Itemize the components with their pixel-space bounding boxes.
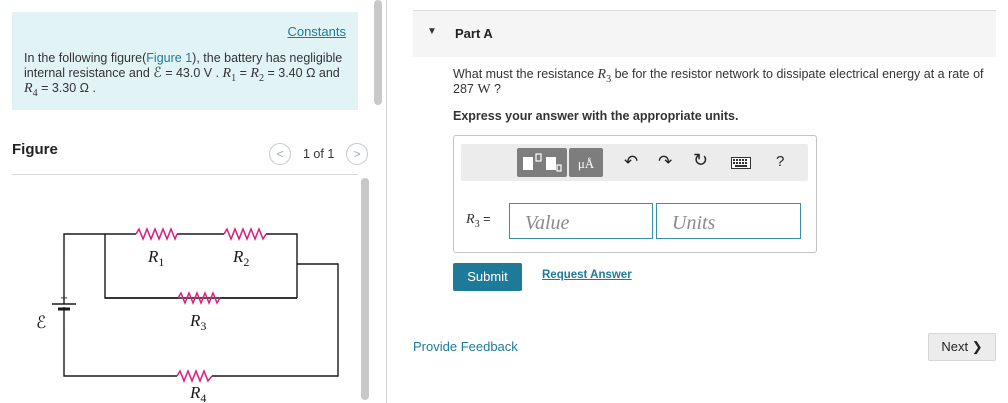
next-button[interactable]: Next ❯ <box>928 333 996 361</box>
wire-bottom-left <box>63 328 177 377</box>
panel-divider <box>386 0 387 403</box>
part-a-header[interactable]: ▼ Part A <box>413 10 996 57</box>
label-r3: R3 <box>189 311 206 333</box>
label-r4: R4 <box>189 383 206 403</box>
figure-scrollbar[interactable] <box>361 178 369 400</box>
reset-icon[interactable]: ↻ <box>693 150 708 171</box>
resistor-r2 <box>223 226 267 242</box>
help-icon[interactable]: ? <box>776 153 784 170</box>
units-button[interactable]: μÅ <box>569 148 603 177</box>
undo-icon[interactable]: ↶ <box>624 152 638 172</box>
templates-icon <box>523 153 562 172</box>
instruction-text: Express your answer with the appropriate… <box>453 109 739 123</box>
wire-top-left <box>63 233 136 260</box>
answer-label: R3 = <box>466 212 491 230</box>
submit-button[interactable]: Submit <box>453 263 522 291</box>
provide-feedback-link[interactable]: Provide Feedback <box>413 339 518 354</box>
math-toolbar: μÅ ↶ ↷ ↻ ? <box>461 144 808 181</box>
value-input[interactable] <box>509 203 653 239</box>
circuit-diagram: + ℰ R1 R2 R3 R4 <box>36 226 339 403</box>
label-r1: R1 <box>147 247 164 269</box>
wire-top-right <box>266 233 298 298</box>
question-text: What must the resistance R3 be for the r… <box>453 67 984 97</box>
next-figure-button[interactable]: > <box>346 143 368 165</box>
wire-r3-branch <box>104 234 297 299</box>
battery-plus-label: + <box>60 290 68 305</box>
request-answer-link[interactable]: Request Answer <box>542 269 632 281</box>
prev-figure-button[interactable]: < <box>269 143 291 165</box>
emf-symbol: ℰ <box>153 66 162 81</box>
problem-statement-box: Constants In the following figure(Figure… <box>12 12 358 110</box>
figure-heading: Figure <box>12 141 58 158</box>
figure-link[interactable]: Figure 1 <box>146 51 192 65</box>
problem-scrollbar[interactable] <box>374 0 382 105</box>
keyboard-icon[interactable] <box>731 156 751 174</box>
figure-counter: 1 of 1 <box>303 147 335 161</box>
part-title: Part A <box>455 26 493 41</box>
resistor-r4 <box>176 368 213 384</box>
problem-text: In the following figure(Figure 1), the b… <box>24 51 343 99</box>
figure-divider <box>12 174 358 175</box>
label-r2: R2 <box>232 247 249 269</box>
redo-icon[interactable]: ↷ <box>658 152 672 172</box>
resistor-r1 <box>135 226 178 242</box>
answer-box: μÅ ↶ ↷ ↻ ? R3 = <box>453 135 817 253</box>
chevron-right-icon: ❯ <box>971 339 983 354</box>
templates-button[interactable] <box>517 148 567 177</box>
collapse-caret-icon[interactable]: ▼ <box>427 26 437 37</box>
emf-label: ℰ <box>36 313 46 332</box>
left-panel: Constants In the following figure(Figure… <box>0 0 386 403</box>
constants-link[interactable]: Constants <box>287 24 346 39</box>
units-input[interactable] <box>656 203 801 239</box>
wire-bottom-right <box>212 263 339 377</box>
